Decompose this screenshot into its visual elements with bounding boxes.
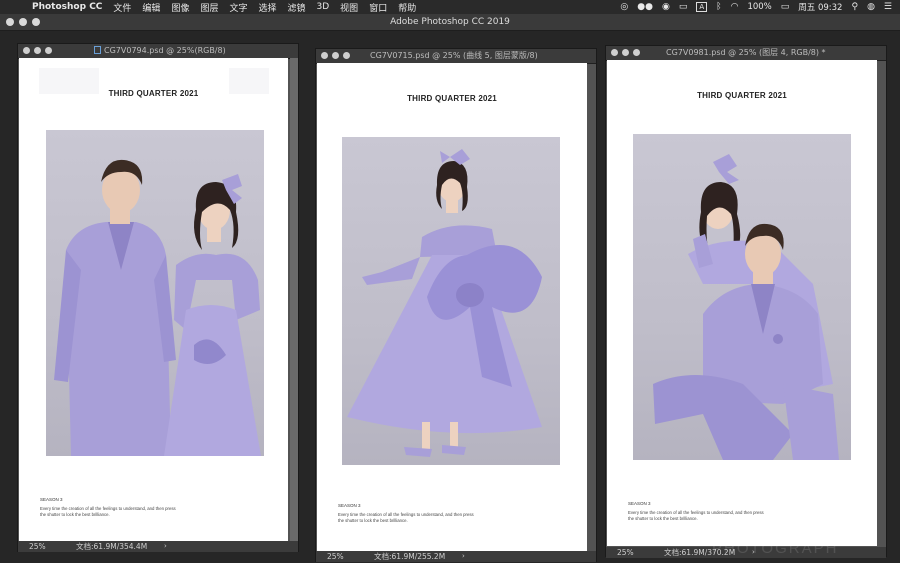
siri-icon[interactable]: ◍: [867, 2, 875, 12]
battery-icon[interactable]: ▭: [781, 2, 790, 12]
menu-type[interactable]: 文字: [229, 1, 247, 14]
document-title: CG7V0715.psd @ 25% (曲线 5, 图层蒙版/8): [370, 51, 538, 60]
menu-help[interactable]: 帮助: [398, 1, 416, 14]
vertical-scrollbar[interactable]: [290, 58, 298, 542]
menu-clock[interactable]: 周五 09:32: [798, 1, 842, 13]
bride-photo: [342, 137, 560, 465]
menu-window[interactable]: 窗口: [369, 1, 387, 14]
screen-icon[interactable]: ▭: [679, 2, 688, 12]
close-document-button[interactable]: [321, 52, 328, 59]
document-tab-bar[interactable]: CG7V0715.psd @ 25% (曲线 5, 图层蒙版/8): [316, 49, 596, 64]
creative-cloud-icon[interactable]: ◎: [620, 2, 628, 12]
couple-illustration: [653, 154, 839, 460]
zoom-document-button[interactable]: [343, 52, 350, 59]
couple-photo: [633, 134, 851, 460]
document-canvas[interactable]: THIRD QUARTER 2021 SEASON 3 Every time t…: [317, 63, 587, 551]
app-title: Adobe Photoshop CC 2019: [390, 17, 510, 27]
wechat-icon[interactable]: ●●: [637, 2, 653, 12]
document-window-3[interactable]: CG7V0981.psd @ 25% (图层 4, RGB/8) * THIRD…: [605, 45, 887, 558]
document-window-controls: [611, 49, 640, 56]
couple-illustration: [54, 159, 261, 456]
status-bar: 25% 文档:61.9M/354.4M ›: [18, 541, 298, 552]
minimize-window-button[interactable]: [19, 18, 27, 26]
close-document-button[interactable]: [611, 49, 618, 56]
battery-percent: 100%: [747, 2, 772, 12]
season-label: SEASON 3: [628, 501, 651, 506]
eye-icon[interactable]: ◉: [662, 2, 670, 12]
document-title: CG7V0794.psd @ 25%(RGB/8): [104, 46, 226, 55]
minimize-document-button[interactable]: [622, 49, 629, 56]
wifi-icon[interactable]: ◠: [731, 2, 739, 12]
app-title-bar: Adobe Photoshop CC 2019: [0, 14, 900, 31]
zoom-window-button[interactable]: [32, 18, 40, 26]
chevron-right-icon[interactable]: ›: [462, 551, 465, 562]
document-window-2[interactable]: CG7V0715.psd @ 25% (曲线 5, 图层蒙版/8) THIRD …: [315, 48, 597, 562]
document-window-1[interactable]: CG7V0794.psd @ 25%(RGB/8) THIRD QUARTER …: [17, 43, 299, 552]
document-canvas[interactable]: THIRD QUARTER 2021 SEASON 3 Every time t…: [607, 60, 877, 546]
document-title: CG7V0981.psd @ 25% (图层 4, RGB/8) *: [666, 48, 826, 57]
document-tab-bar[interactable]: CG7V0981.psd @ 25% (图层 4, RGB/8) *: [606, 46, 886, 61]
minimize-document-button[interactable]: [34, 47, 41, 54]
document-window-controls: [23, 47, 52, 54]
photograph-watermark: PHOTOGRAPH: [712, 540, 839, 557]
document-tab-bar[interactable]: CG7V0794.psd @ 25%(RGB/8): [18, 44, 298, 59]
season-label: SEASON 3: [338, 503, 361, 508]
close-window-button[interactable]: [6, 18, 14, 26]
zoom-level[interactable]: 25%: [327, 551, 344, 562]
input-method-icon[interactable]: A: [696, 2, 708, 12]
caption-line: the shutter to lock the best brilliance.: [338, 518, 408, 523]
zoom-document-button[interactable]: [45, 47, 52, 54]
menu-extras: ◎ ●● ◉ ▭ A ᛒ ◠ 100% ▭ 周五 09:32 ⚲ ◍ ☰: [620, 0, 892, 14]
menu-3d[interactable]: 3D: [317, 2, 330, 12]
close-document-button[interactable]: [23, 47, 30, 54]
menu-select[interactable]: 选择: [258, 1, 276, 14]
search-icon[interactable]: ⚲: [851, 2, 858, 12]
caption-text: Every time the creation of all the feeli…: [40, 506, 176, 518]
minimize-document-button[interactable]: [332, 52, 339, 59]
menu-view[interactable]: 视图: [340, 1, 358, 14]
caption-line: the shutter to lock the best brilliance.: [40, 512, 110, 517]
notification-center-icon[interactable]: ☰: [884, 2, 892, 12]
status-bar: 25% 文档:61.9M/255.2M ›: [316, 551, 596, 562]
menu-filter[interactable]: 滤镜: [288, 1, 306, 14]
bluetooth-icon[interactable]: ᛒ: [716, 2, 721, 12]
chevron-right-icon[interactable]: ›: [164, 541, 167, 552]
zoom-document-button[interactable]: [633, 49, 640, 56]
zoom-level[interactable]: 25%: [617, 547, 634, 558]
caption-line: the shutter to lock the best brilliance.: [628, 516, 698, 521]
document-window-controls: [321, 52, 350, 59]
caption-text: Every time the creation of all the feeli…: [628, 510, 764, 522]
psd-file-icon: [94, 46, 101, 54]
document-canvas[interactable]: THIRD QUARTER 2021 SEASON 3 Every time t…: [19, 58, 288, 542]
caption-text: Every time the creation of all the feeli…: [338, 512, 474, 524]
season-label: SEASON 3: [40, 497, 63, 502]
menu-image[interactable]: 图像: [171, 1, 189, 14]
couple-photo: [46, 130, 264, 456]
menu-file[interactable]: 文件: [113, 1, 131, 14]
app-window-controls: [6, 18, 40, 26]
menu-edit[interactable]: 编辑: [142, 1, 160, 14]
page-title: THIRD QUARTER 2021: [697, 91, 787, 100]
page-title: THIRD QUARTER 2021: [407, 94, 497, 103]
menu-app-name[interactable]: Photoshop CC: [32, 2, 102, 12]
document-size-info[interactable]: 文档:61.9M/255.2M: [374, 551, 445, 562]
document-size-info[interactable]: 文档:61.9M/354.4M: [76, 541, 147, 552]
zoom-level[interactable]: 25%: [29, 541, 46, 552]
page-title: THIRD QUARTER 2021: [108, 89, 199, 98]
menu-layer[interactable]: 图层: [200, 1, 218, 14]
mac-menu-bar: Photoshop CC 文件 编辑 图像 图层 文字 选择 滤镜 3D 视图 …: [0, 0, 900, 14]
bride-illustration: [347, 149, 542, 457]
